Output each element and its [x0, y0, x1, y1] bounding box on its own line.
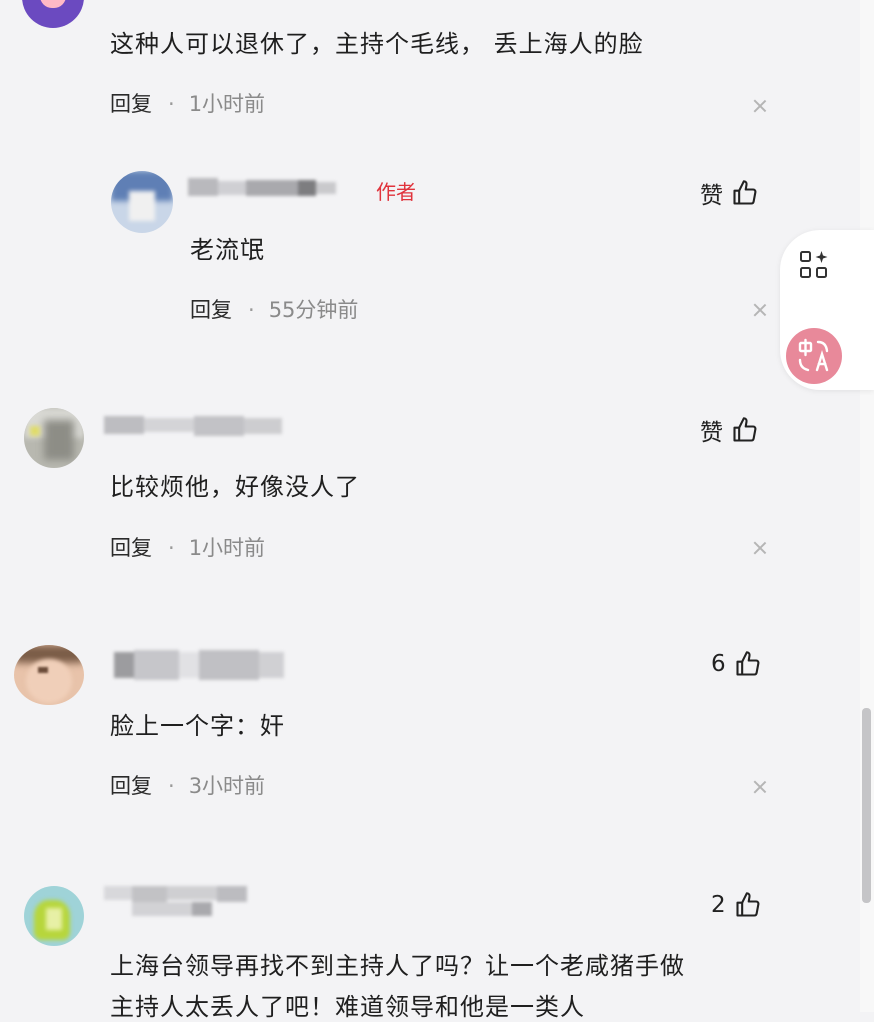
scrollbar[interactable] — [860, 0, 874, 1012]
comment-text: 比较烦他，好像没人了 — [110, 473, 360, 501]
timestamp: 55分钟前 — [268, 298, 359, 322]
comment-text: 这种人可以退休了，主持个毛线， 丢上海人的脸 — [110, 30, 644, 58]
reply-button[interactable]: 回复 — [110, 774, 152, 798]
like-button[interactable]: 6 — [711, 650, 762, 678]
username-redacted — [104, 884, 249, 920]
avatar[interactable] — [22, 0, 84, 28]
timestamp: 3小时前 — [188, 774, 266, 798]
avatar[interactable] — [24, 408, 84, 468]
username-redacted — [104, 414, 284, 438]
comment-meta: 回复 · 1小时前 — [110, 536, 266, 560]
close-icon[interactable] — [753, 99, 767, 113]
avatar[interactable] — [24, 886, 84, 946]
reply-button[interactable]: 回复 — [190, 298, 232, 322]
comment-meta: 回复 · 55分钟前 — [190, 298, 359, 322]
close-icon[interactable] — [753, 541, 767, 555]
username-redacted — [104, 648, 284, 682]
avatar[interactable] — [14, 645, 84, 705]
thumbs-up-icon — [733, 180, 757, 205]
grid-sparkle-icon — [800, 251, 828, 278]
reply-button[interactable]: 回复 — [110, 92, 152, 116]
username-redacted — [188, 178, 338, 198]
reply-button[interactable]: 回复 — [110, 536, 152, 560]
comment-text: 脸上一个字：奸 — [110, 712, 285, 740]
like-button[interactable]: 2 — [711, 891, 762, 919]
close-icon[interactable] — [753, 303, 767, 317]
comment-text: 老流氓 — [190, 236, 265, 264]
thumbs-up-icon — [733, 417, 757, 442]
grid-sparkle-button[interactable] — [787, 238, 843, 294]
comment-meta: 回复 · 3小时前 — [110, 774, 266, 798]
comment-text-line-2: 主持人太丢人了吧！难道领导和他是一类人 — [110, 993, 585, 1021]
like-button[interactable]: 赞 — [700, 413, 759, 447]
comment-meta: 回复 · 1小时前 — [110, 92, 266, 116]
timestamp: 1小时前 — [188, 92, 266, 116]
close-icon[interactable] — [753, 780, 767, 794]
scrollbar-thumb[interactable] — [862, 708, 871, 903]
thumbs-up-icon — [736, 651, 760, 676]
avatar[interactable] — [111, 171, 173, 233]
comment-text-line-1: 上海台领导再找不到主持人了吗？让一个老咸猪手做 — [110, 952, 685, 980]
like-label: 赞 — [700, 183, 723, 209]
author-badge: 作者 — [376, 180, 416, 204]
like-label: 赞 — [700, 420, 723, 446]
like-count: 2 — [711, 892, 726, 918]
thumbs-up-icon — [736, 892, 760, 917]
like-count: 6 — [711, 651, 726, 677]
translate-button[interactable] — [786, 328, 842, 384]
timestamp: 1小时前 — [188, 536, 266, 560]
translate-icon — [798, 338, 829, 372]
like-button[interactable]: 赞 — [700, 176, 759, 210]
